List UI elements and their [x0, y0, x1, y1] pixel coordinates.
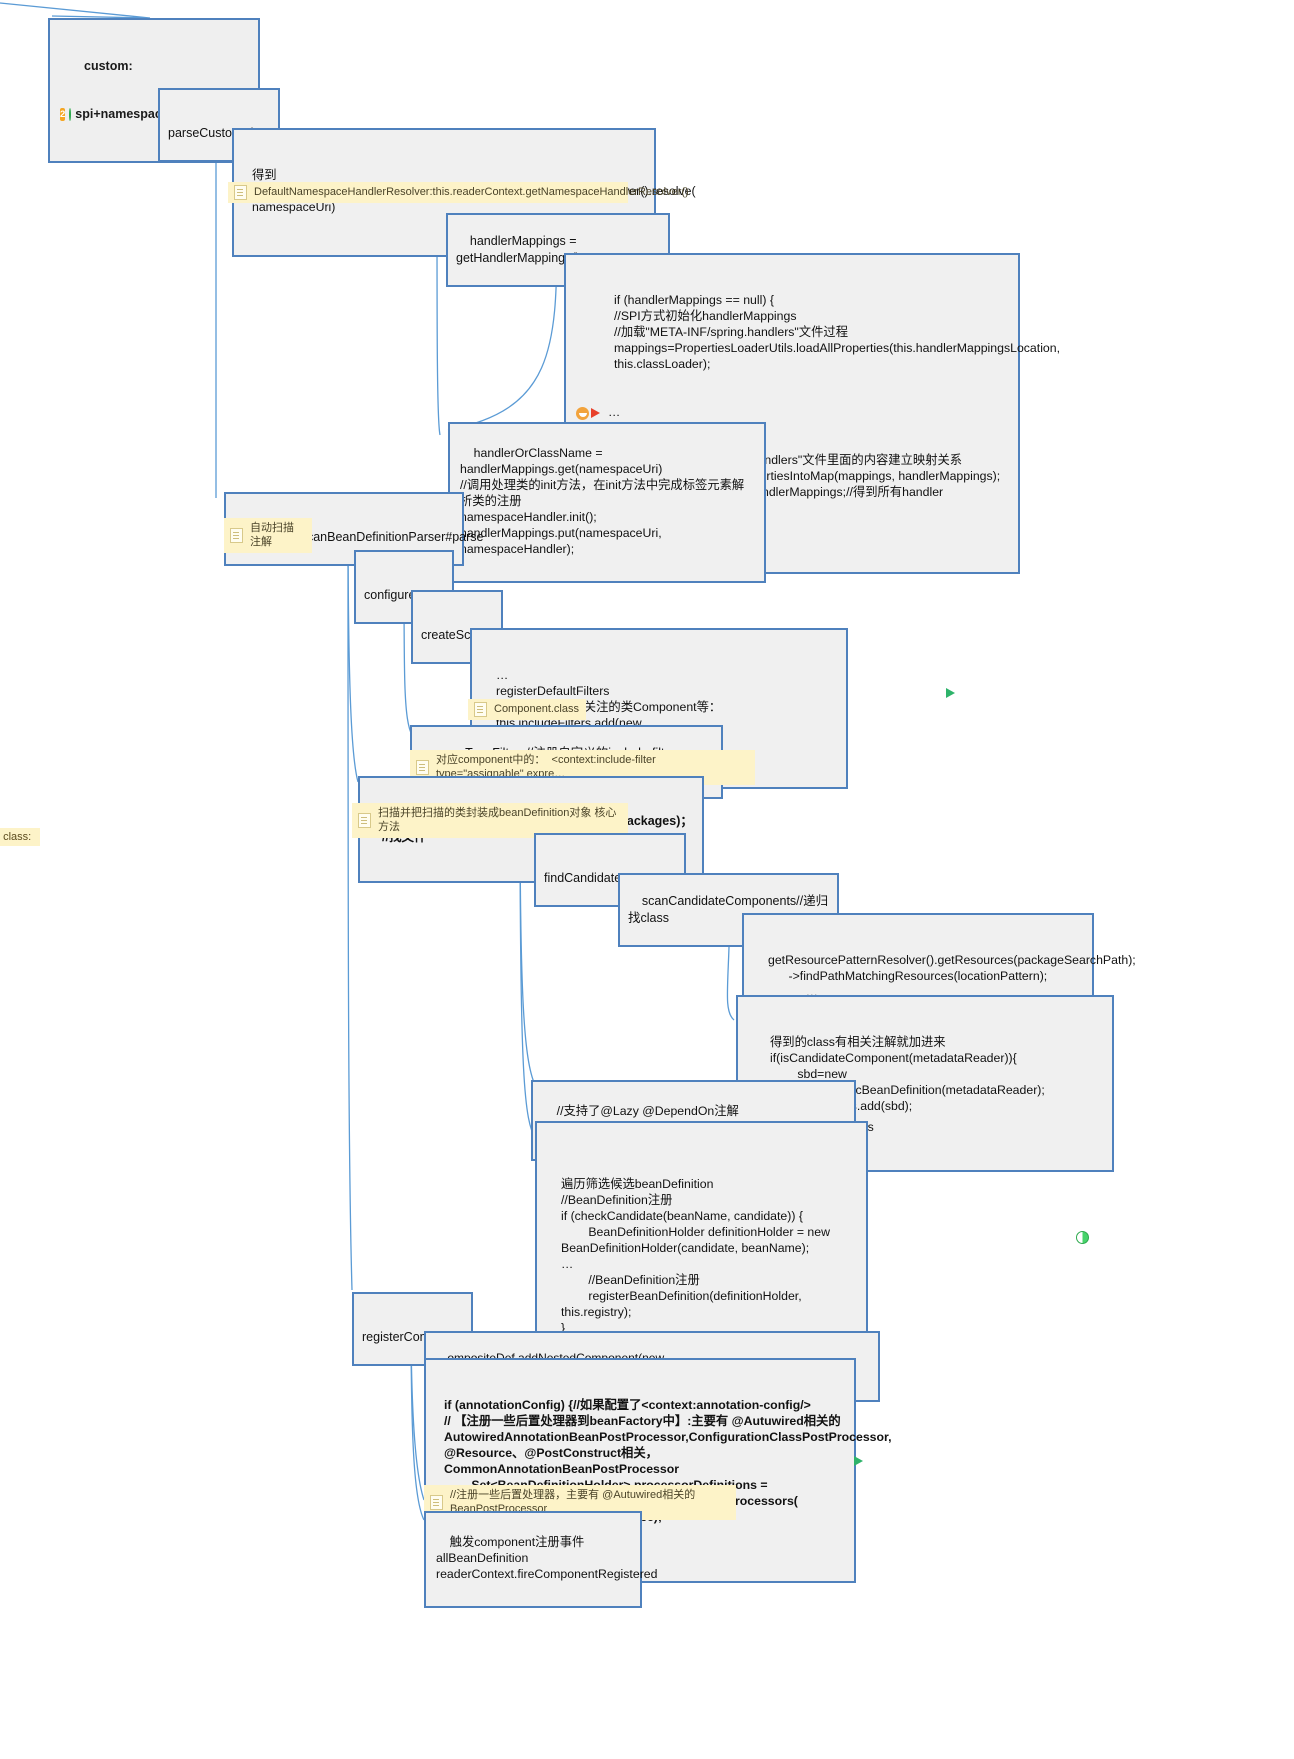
- clipped-note-left: o" class:: [0, 828, 40, 846]
- note-icon: [416, 759, 429, 775]
- red-flag-icon: [591, 408, 600, 419]
- green-flag-icon: [854, 1455, 863, 1466]
- note-component-class[interactable]: Component.class: [468, 699, 586, 720]
- priority-2-icon: 2: [60, 107, 66, 121]
- note-text: DefaultNamespaceHandlerResolver:this.rea…: [254, 186, 689, 199]
- node-text: 触发component注册事件 allBeanDefinition reader…: [436, 1534, 658, 1581]
- note-auto-scan-annotation[interactable]: 自动扫描注解: [224, 518, 312, 553]
- note-text: 自动扫描注解: [250, 522, 294, 549]
- progress-icon: [1076, 1230, 1089, 1244]
- node-text-part-a: if (handlerMappings == null) { //SPI方式初始…: [614, 292, 1061, 371]
- note-default-namespace-handler-resolver[interactable]: DefaultNamespaceHandlerResolver:this.rea…: [228, 182, 689, 203]
- node-text: 遍历筛选候选beanDefinition //BeanDefinition注册 …: [561, 1176, 830, 1335]
- note-icon: [358, 812, 371, 828]
- clipped-note-text: o" class:: [0, 831, 32, 843]
- root-title-line1: custom:: [84, 58, 133, 73]
- green-flag-icon: [946, 687, 955, 698]
- note-icon: [234, 185, 247, 200]
- node-text: handlerOrClassName = handlerMappings.get…: [460, 445, 745, 556]
- note-text: 扫描并把扫描的类封装成beanDefinition对象 核心方法: [378, 807, 617, 834]
- note-text: Component.class: [494, 703, 579, 716]
- node-fire-component-registered[interactable]: 触发component注册事件 allBeanDefinition reader…: [424, 1511, 657, 1608]
- note-icon: [474, 702, 487, 717]
- mindmap-canvas: o" class: custom: 2 spi+namespaceHandler…: [0, 0, 1294, 1759]
- node-handler-or-class-name[interactable]: handlerOrClassName = handlerMappings.get…: [448, 422, 766, 583]
- note-icon: [430, 1494, 443, 1510]
- note-icon: [230, 527, 243, 543]
- progress-icon: [69, 107, 72, 121]
- smiley-icon: [576, 406, 589, 420]
- node-text-part-b: …: [608, 404, 621, 419]
